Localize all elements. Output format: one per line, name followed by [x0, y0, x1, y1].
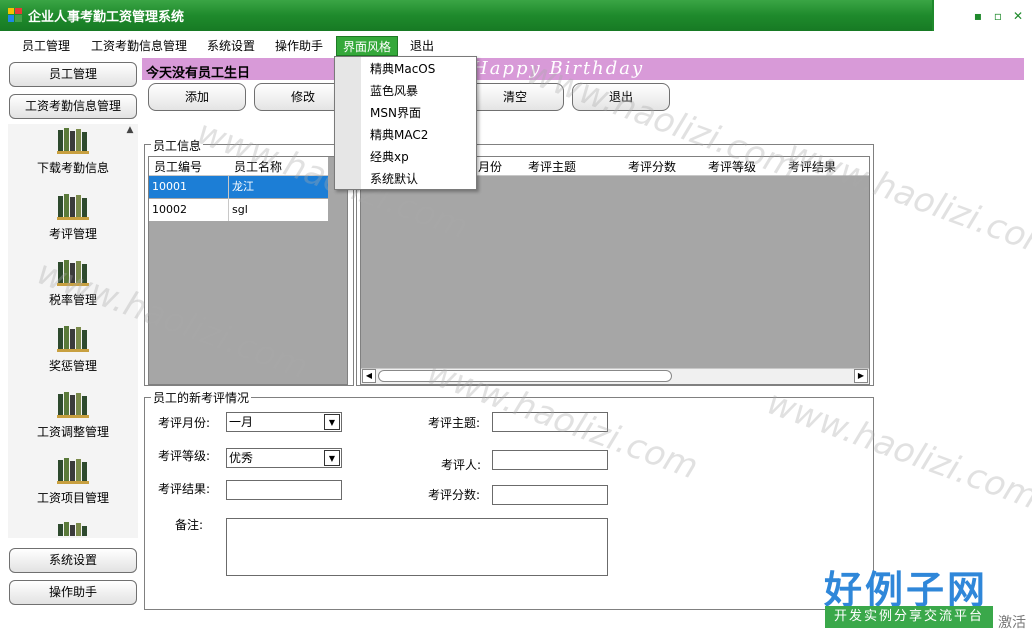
topic-label: 考评主题:: [428, 416, 481, 430]
minimize-button[interactable]: ▪: [970, 8, 986, 24]
birthday-message: 今天没有员工生日: [146, 66, 251, 81]
close-button[interactable]: ✕: [1010, 8, 1026, 24]
window-title: 企业人事考勤工资管理系统: [28, 10, 185, 25]
appraisal-table[interactable]: [360, 156, 870, 385]
menu-item-xp[interactable]: 经典xp: [370, 148, 409, 165]
menu-item-macos[interactable]: 精典MacOS: [370, 60, 435, 77]
menu-salary-attendance[interactable]: 工资考勤信息管理: [85, 36, 193, 56]
note-textarea[interactable]: [226, 518, 608, 576]
menu-item-msn[interactable]: MSN界面: [370, 104, 421, 121]
chevron-down-icon[interactable]: ▼: [324, 450, 340, 466]
books-icon[interactable]: [57, 520, 89, 536]
menu-item-mac2[interactable]: 精典MAC2: [370, 126, 428, 143]
menu-employee[interactable]: 员工管理: [16, 36, 76, 56]
activation-hint: 激活: [998, 615, 1026, 631]
sidebar-item-appraisal[interactable]: 考评管理: [8, 225, 138, 242]
column-divider: [228, 176, 229, 221]
maximize-button[interactable]: ▫: [990, 8, 1006, 24]
sidebar-salary-button[interactable]: 工资考勤信息管理: [9, 94, 137, 119]
sidebar-item-download-attendance[interactable]: 下载考勤信息: [8, 159, 138, 176]
menu-icon-gutter: [335, 57, 361, 189]
sidebar-employee-button[interactable]: 员工管理: [9, 62, 137, 87]
score-input[interactable]: [492, 485, 608, 505]
add-button[interactable]: 添加: [148, 83, 246, 111]
result-label: 考评结果:: [158, 482, 211, 496]
sidebar-item-salary-adjust[interactable]: 工资调整管理: [8, 423, 138, 440]
sidebar-helper-button[interactable]: 操作助手: [9, 580, 137, 605]
books-icon[interactable]: [57, 192, 89, 220]
employee-id-cell: 10002: [152, 203, 187, 216]
menu-settings[interactable]: 系统设置: [201, 36, 261, 56]
menu-style[interactable]: 界面风格: [336, 36, 399, 56]
menu-helper[interactable]: 操作助手: [269, 36, 329, 56]
column-header-topic[interactable]: 考评主题: [528, 158, 576, 175]
books-icon[interactable]: [57, 324, 89, 352]
appraiser-label: 考评人:: [441, 458, 482, 472]
month-label: 考评月份:: [158, 416, 211, 430]
books-icon[interactable]: [57, 390, 89, 418]
score-label: 考评分数:: [428, 488, 481, 502]
sidebar-settings-button[interactable]: 系统设置: [9, 548, 137, 573]
scroll-thumb[interactable]: [378, 370, 672, 382]
employee-name-cell: sgl: [232, 203, 248, 216]
employee-id-cell: 10001: [152, 180, 187, 193]
menu-exit[interactable]: 退出: [404, 36, 440, 56]
column-header-month[interactable]: 月份: [478, 158, 502, 175]
sidebar-item-reward[interactable]: 奖惩管理: [8, 357, 138, 374]
column-header-score[interactable]: 考评分数: [628, 158, 676, 175]
appraiser-input[interactable]: [492, 450, 608, 470]
result-input[interactable]: [226, 480, 342, 500]
site-logo-subtitle: 开发实例分享交流平台: [825, 606, 993, 628]
new-appraisal-title: 员工的新考评情况: [151, 389, 252, 406]
books-icon[interactable]: [57, 456, 89, 484]
note-label: 备注:: [175, 518, 204, 532]
employee-name-cell: 龙江: [232, 180, 254, 193]
app-icon: [8, 8, 22, 22]
books-icon[interactable]: [57, 126, 89, 154]
chevron-down-icon[interactable]: ▼: [324, 414, 340, 430]
column-header-id[interactable]: 员工编号: [154, 158, 202, 175]
grade-label: 考评等级:: [158, 449, 211, 463]
scroll-left-icon[interactable]: ◀: [362, 369, 376, 383]
sidebar-item-salary-items[interactable]: 工资项目管理: [8, 489, 138, 506]
menu-item-system-default[interactable]: 系统默认: [370, 170, 418, 187]
menu-item-blue-storm[interactable]: 蓝色风暴: [370, 82, 418, 99]
scroll-up-icon[interactable]: ▲: [124, 124, 136, 136]
scroll-right-icon[interactable]: ▶: [854, 369, 868, 383]
